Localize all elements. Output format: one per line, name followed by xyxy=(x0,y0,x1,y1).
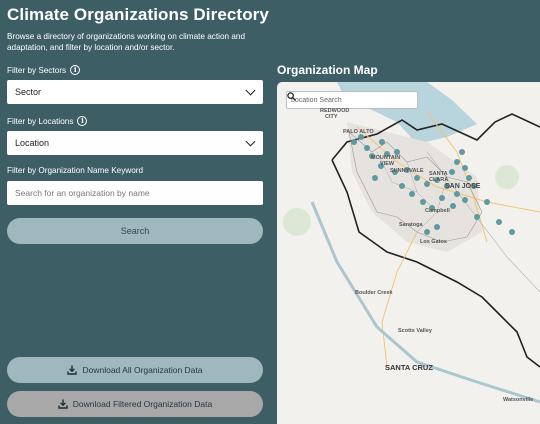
map-title: Organization Map xyxy=(277,63,378,77)
park-area xyxy=(283,208,311,236)
locations-label-text: Filter by Locations xyxy=(7,116,74,126)
download-icon xyxy=(67,365,78,375)
download-filtered-button[interactable]: Download Filtered Organization Data xyxy=(7,391,263,417)
info-icon[interactable]: i xyxy=(77,116,88,126)
locations-select[interactable]: Location xyxy=(7,131,263,155)
keyword-label-text: Filter by Organization Name Keyword xyxy=(7,166,144,175)
sectors-select[interactable]: Sector xyxy=(7,80,263,104)
place-label-saratoga: Saratoga xyxy=(399,222,423,228)
place-label-campbell: Campbell xyxy=(425,208,450,214)
map-location-search[interactable] xyxy=(286,91,418,109)
map-search-input[interactable] xyxy=(291,96,395,104)
place-label-san-jose: SAN JOSE xyxy=(445,183,481,190)
download-all-label: Download All Organization Data xyxy=(82,365,203,375)
place-label-mountain-view: VIEW xyxy=(380,161,395,167)
keyword-search-input[interactable] xyxy=(7,181,263,205)
sectors-label-text: Filter by Sectors xyxy=(7,65,67,75)
chevron-down-icon xyxy=(245,136,256,147)
park-area xyxy=(495,165,519,189)
organization-map[interactable]: REDWOOD CITY PALO ALTO MOUNTAIN VIEW SUN… xyxy=(277,82,540,424)
page-title: Climate Organizations Directory xyxy=(7,5,269,24)
sectors-select-value: Sector xyxy=(15,87,42,97)
download-icon xyxy=(58,399,68,409)
place-label-santa-cruz: SANTA CRUZ xyxy=(385,363,433,372)
place-label-palo-alto: PALO ALTO xyxy=(343,129,374,135)
place-label-boulder-creek: Boulder Creek xyxy=(355,290,393,296)
chevron-down-icon xyxy=(245,85,256,96)
search-icon xyxy=(287,92,296,101)
place-label-redwood-city: CITY xyxy=(325,114,338,120)
keyword-filter-label: Filter by Organization Name Keyword xyxy=(7,166,143,175)
place-label-watsonville: Watsonville xyxy=(503,397,534,403)
download-filtered-label: Download Filtered Organization Data xyxy=(72,399,213,409)
download-all-button[interactable]: Download All Organization Data xyxy=(7,357,263,383)
locations-select-value: Location xyxy=(15,138,50,148)
search-button[interactable]: Search xyxy=(7,218,263,244)
locations-filter-label: Filter by Locations i xyxy=(7,116,88,126)
place-label-scotts-valley: Scotts Valley xyxy=(398,328,432,334)
place-label-sunnyvale: SUNNYVALE xyxy=(390,168,424,174)
place-label-los-gatos: Los Gatos xyxy=(420,239,447,245)
sectors-filter-label: Filter by Sectors i xyxy=(7,65,81,75)
info-icon[interactable]: i xyxy=(70,65,81,75)
map-canvas xyxy=(283,82,540,404)
page-subtitle: Browse a directory of organizations work… xyxy=(7,32,246,52)
